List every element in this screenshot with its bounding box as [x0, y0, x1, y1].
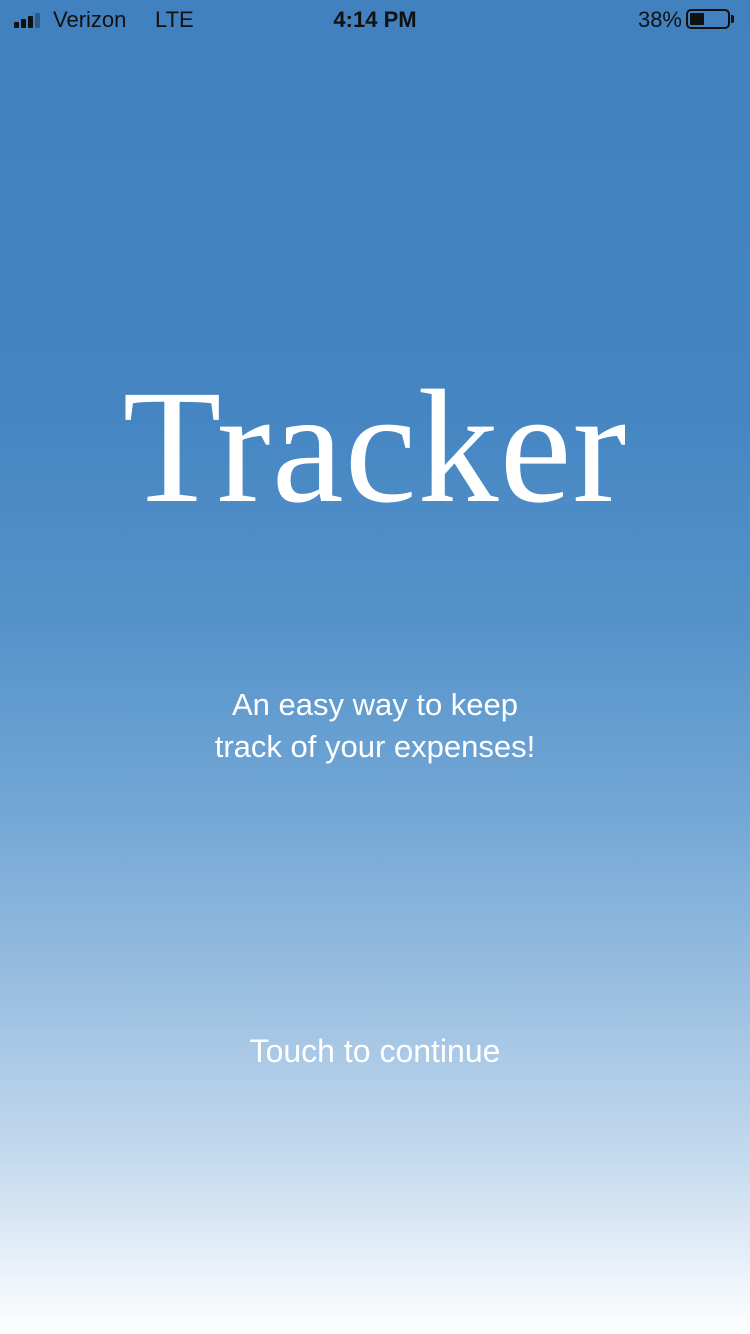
battery-percentage: 38%	[637, 7, 682, 32]
battery-icon	[686, 9, 730, 29]
app-title: Tracker	[122, 358, 628, 537]
touch-to-continue-label[interactable]: Touch to continue	[0, 1030, 750, 1072]
tagline: An easy way to keep track of your expens…	[0, 684, 750, 768]
battery-tip	[731, 15, 734, 23]
battery-level-fill	[690, 13, 704, 25]
status-bar: Verizon LTE 4:14 PM 38%	[0, 0, 750, 40]
tagline-line-2: track of your expenses!	[214, 729, 536, 764]
tagline-line-1: An easy way to keep	[231, 687, 519, 722]
